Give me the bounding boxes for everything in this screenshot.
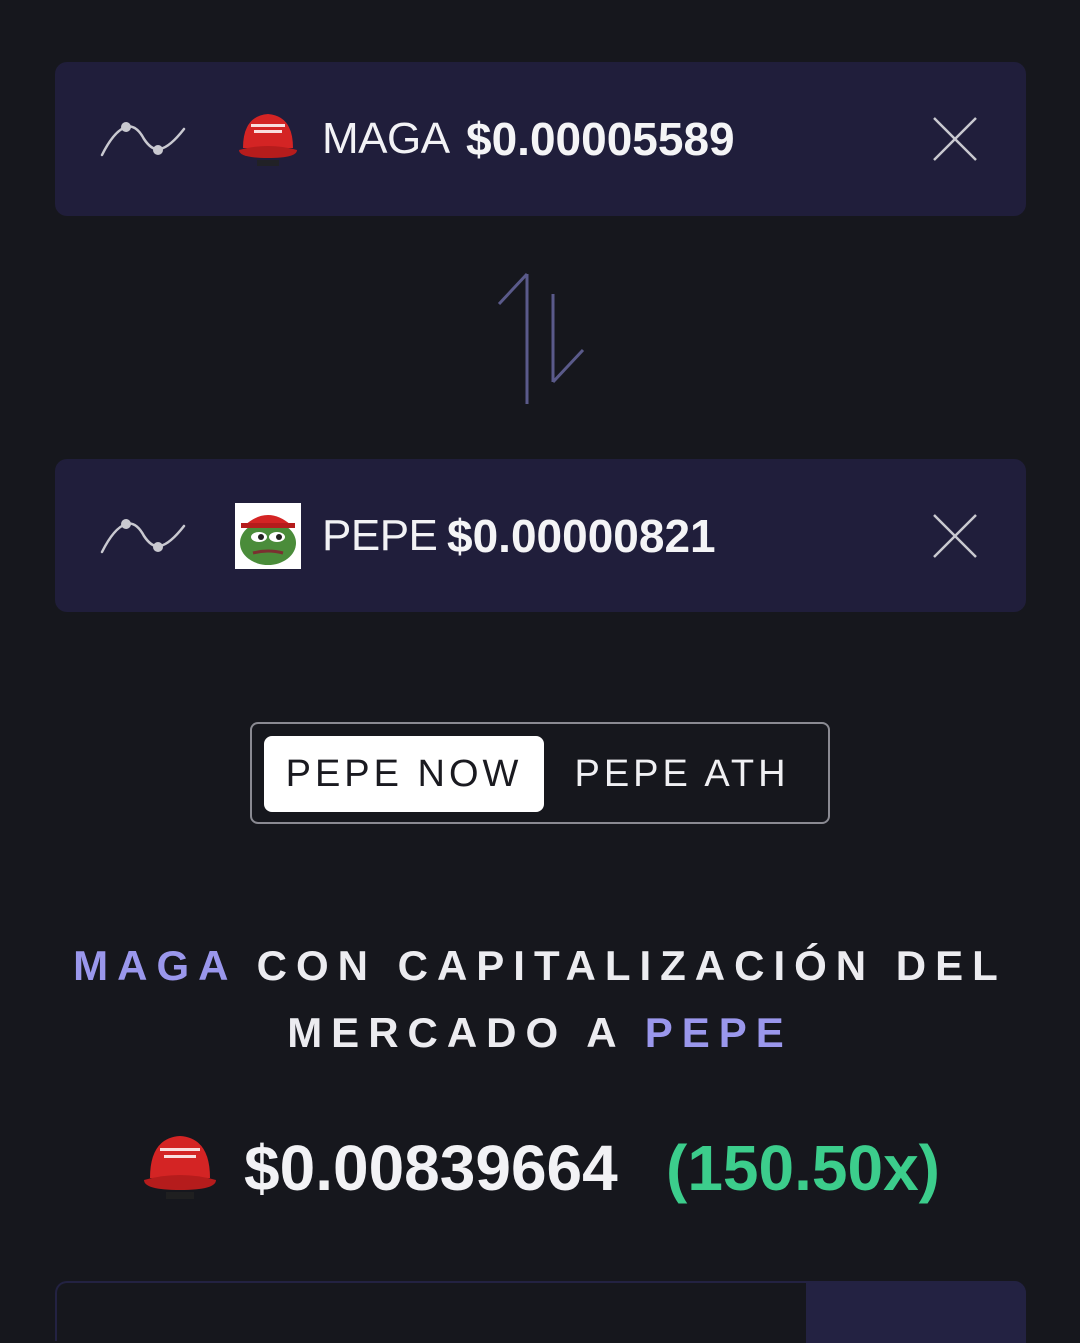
maga-hat-icon: [144, 1136, 216, 1199]
comparison-headline: MAGA CON CAPITALIZACIÓN DEL MERCADO A PE…: [40, 932, 1040, 1066]
toggle-pepe-ath[interactable]: PEPE ATH: [552, 736, 812, 812]
from-token-symbol: MAGA: [322, 114, 450, 163]
to-token-price: $0.00000821: [447, 509, 716, 562]
headline-middle: CON CAPITALIZACIÓN DEL MERCADO A: [235, 942, 1007, 1056]
swap-arrows-icon[interactable]: [497, 270, 585, 406]
headline-token-b: PEPE: [644, 1009, 793, 1056]
pepe-frog-icon: [235, 502, 301, 569]
chart-icon[interactable]: [100, 119, 186, 159]
bottom-panel-button[interactable]: [806, 1281, 1026, 1343]
result-price: $0.00839664: [244, 1132, 618, 1204]
headline-token-a: MAGA: [73, 942, 236, 989]
close-icon[interactable]: [932, 116, 978, 162]
pepe-toggle-group: PEPE NOW PEPE ATH: [250, 722, 830, 824]
close-icon[interactable]: [932, 513, 978, 559]
from-token-card: MAGA $0.00005589: [55, 62, 1026, 216]
to-token-symbol: PEPE: [322, 510, 438, 560]
bottom-panel: [55, 1281, 1026, 1343]
maga-hat-icon: [239, 114, 297, 166]
result-multiplier: (150.50x): [666, 1132, 940, 1204]
to-token-card: PEPE $0.00000821: [55, 459, 1026, 612]
toggle-pepe-now[interactable]: PEPE NOW: [264, 736, 544, 812]
result-row: $0.00839664 (150.50x): [140, 1126, 960, 1210]
chart-icon[interactable]: [100, 516, 186, 556]
from-token-price: $0.00005589: [466, 113, 735, 165]
